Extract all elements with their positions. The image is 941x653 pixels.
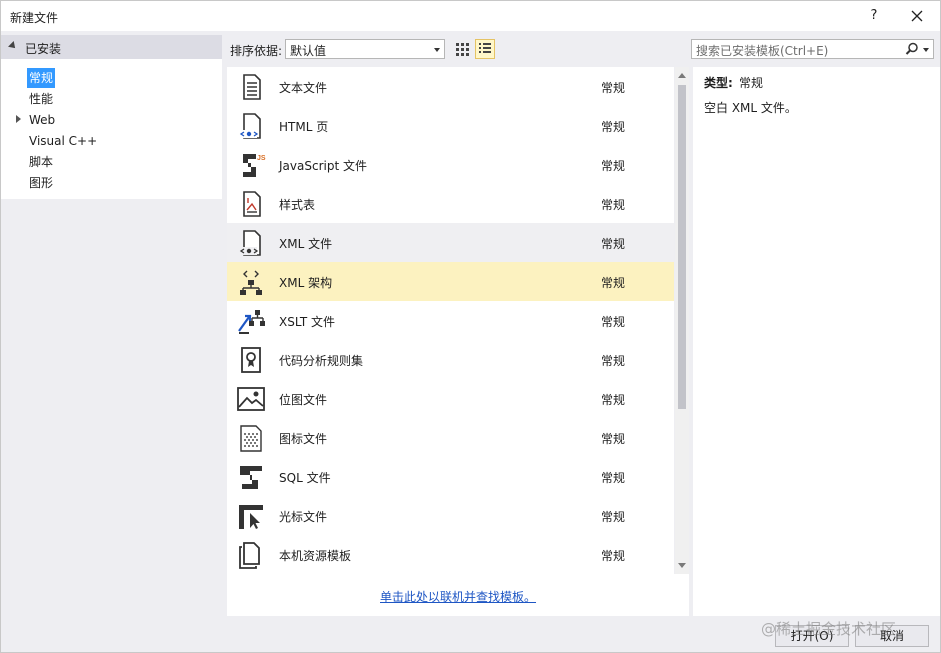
help-button[interactable]: ?: [863, 5, 885, 27]
tree-item-general[interactable]: 常规: [27, 68, 56, 88]
template-category: 常规: [601, 471, 626, 485]
template-name: JavaScript 文件: [279, 159, 367, 173]
template-name: 本机资源模板: [279, 549, 352, 563]
category-tree: 常规 性能 Web Visual C++ 脚本 图形: [1, 59, 222, 199]
template-category: 常规: [601, 315, 626, 329]
svg-text:JS: JS: [257, 155, 266, 162]
template-category: 常规: [601, 432, 626, 446]
template-row[interactable]: 样式表 常规: [227, 184, 674, 223]
template-row[interactable]: SQL 文件 常规: [227, 457, 674, 496]
text-file-icon: [243, 74, 261, 100]
template-name: SQL 文件: [279, 471, 331, 485]
watermark: @稀土掘金技术社区: [761, 620, 897, 638]
list-footer: 单击此处以联机并查找模板。: [227, 574, 689, 616]
xml-file-icon: [239, 230, 261, 256]
template-category: 常规: [601, 237, 626, 251]
search-input[interactable]: 搜索已安装模板(Ctrl+E): [691, 39, 934, 59]
small-icons-view-button[interactable]: [452, 39, 472, 59]
template-category: 常规: [601, 198, 626, 212]
collapse-arrow-icon: [8, 41, 18, 51]
template-list-scrollbar[interactable]: [675, 67, 689, 574]
html-page-icon: [239, 113, 261, 139]
title-bar: 新建文件 ?: [1, 1, 940, 31]
template-category: 常规: [601, 354, 626, 368]
template-name: HTML 页: [279, 120, 329, 134]
native-resource-icon: [239, 542, 260, 569]
template-row[interactable]: JS JavaScript 文件 常规: [227, 145, 674, 184]
scroll-down-icon[interactable]: [678, 563, 686, 568]
template-row[interactable]: 位图文件 常规: [227, 379, 674, 418]
template-category: 常规: [601, 159, 626, 173]
sql-file-icon: [240, 466, 262, 489]
javascript-file-icon: JS: [243, 154, 266, 177]
chevron-down-icon: [434, 48, 440, 52]
template-row[interactable]: 图标文件 常规: [227, 418, 674, 457]
icon-file-icon: [240, 425, 262, 452]
search-options-icon[interactable]: [923, 48, 929, 52]
scroll-up-icon[interactable]: [678, 73, 686, 78]
tree-item-performance[interactable]: 性能: [27, 89, 55, 109]
template-name: 光标文件: [279, 510, 328, 524]
template-name: 代码分析规则集: [279, 354, 364, 368]
xslt-file-icon: [238, 310, 265, 334]
template-name: XML 文件: [279, 237, 333, 251]
template-description: 空白 XML 文件。: [704, 101, 797, 115]
template-name: 图标文件: [279, 432, 328, 446]
template-row[interactable]: 文本文件 常规: [227, 67, 674, 106]
template-row[interactable]: 代码分析规则集 常规: [227, 340, 674, 379]
ruleset-icon: [241, 347, 261, 373]
template-name: 位图文件: [279, 393, 328, 407]
tree-item-web[interactable]: Web: [27, 110, 57, 130]
template-row[interactable]: XML 架构 常规: [227, 262, 674, 301]
details-panel: 类型: 常规 空白 XML 文件。: [693, 67, 940, 616]
new-file-dialog: 新建文件 ? 已安装 常规 性能 Web Visual C++ 脚本 图形 排序…: [0, 0, 941, 653]
template-name: XSLT 文件: [279, 315, 336, 329]
online-templates-link[interactable]: 单击此处以联机并查找模板。: [380, 588, 536, 605]
list-view-icon: [479, 43, 491, 53]
grid-view-icon: [456, 43, 469, 56]
xml-schema-icon: [240, 270, 262, 295]
template-name: 样式表: [279, 198, 316, 212]
template-row[interactable]: HTML 页 常规: [227, 106, 674, 145]
list-view-button[interactable]: [475, 39, 495, 59]
stylesheet-icon: [243, 191, 261, 217]
close-icon: [911, 10, 923, 22]
template-list: 文本文件 常规 HTML 页 常规 JS JavaScript 文件 常规 样式…: [227, 67, 674, 574]
template-category: 常规: [601, 393, 626, 407]
template-row[interactable]: XSLT 文件 常规: [227, 301, 674, 340]
tree-item-visual-cpp[interactable]: Visual C++: [27, 131, 99, 151]
search-placeholder: 搜索已安装模板(Ctrl+E): [696, 44, 829, 58]
bitmap-file-icon: [237, 387, 265, 411]
dialog-body: 已安装 常规 性能 Web Visual C++ 脚本 图形 排序依据: 默认值: [1, 31, 940, 616]
sort-value: 默认值: [290, 44, 327, 58]
tree-item-graphics[interactable]: 图形: [27, 173, 55, 193]
button-bar: 打开(O) 取消 @稀土掘金技术社区: [1, 616, 940, 652]
template-row[interactable]: XML 文件 常规: [227, 223, 674, 262]
installed-label: 已安装: [25, 42, 62, 56]
expand-arrow-icon[interactable]: [16, 115, 21, 123]
dialog-title: 新建文件: [10, 11, 59, 25]
template-name: XML 架构: [279, 276, 333, 290]
cursor-file-icon: [239, 505, 263, 529]
template-category: 常规: [601, 81, 626, 95]
sort-label: 排序依据:: [230, 44, 283, 58]
installed-header[interactable]: 已安装: [1, 35, 222, 59]
template-row[interactable]: 本机资源模板 常规: [227, 535, 674, 574]
sort-dropdown[interactable]: 默认值: [285, 39, 445, 59]
template-category: 常规: [601, 549, 626, 563]
tree-item-script[interactable]: 脚本: [27, 152, 55, 172]
close-button[interactable]: [903, 4, 931, 28]
search-icon: [905, 42, 918, 55]
scrollbar-thumb[interactable]: [678, 85, 686, 409]
template-category: 常规: [601, 510, 626, 524]
template-name: 文本文件: [279, 81, 328, 95]
template-row[interactable]: 光标文件 常规: [227, 496, 674, 535]
template-category: 常规: [601, 120, 626, 134]
template-category: 常规: [601, 276, 626, 290]
type-value: 常规: [739, 76, 764, 90]
type-label: 类型:: [704, 76, 733, 90]
